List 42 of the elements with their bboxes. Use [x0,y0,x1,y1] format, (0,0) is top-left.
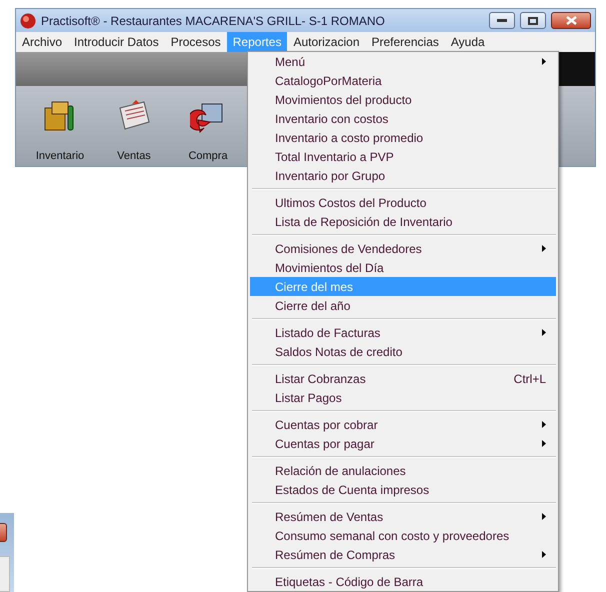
menu-entry[interactable]: Inventario a costo promedio [250,128,556,147]
menu-item[interactable]: Introducir Datos [68,32,165,52]
minimize-icon [497,18,507,22]
menu-item[interactable]: Ayuda [444,32,491,52]
menu-entry[interactable]: Inventario por Grupo [250,166,556,185]
menu-item[interactable]: Archivo [16,32,68,52]
menu-entry[interactable]: Estados de Cuenta impresos [250,480,556,499]
menu-entry[interactable]: Relación de anulaciones [250,461,556,480]
panel-fragment [0,556,10,592]
menu-entry[interactable]: Saldos Notas de credito [250,342,556,361]
menu-entry[interactable]: Comisiones de Vendedores [250,239,556,258]
menu-entry[interactable]: Resúmen de Compras [250,545,556,564]
menu-entry[interactable]: Lista de Reposición de Inventario [250,212,556,231]
toolbar-button[interactable]: Inventario [26,90,94,166]
menu-entry[interactable]: Cuentas por pagar [250,434,556,453]
window-title: Practisoft® - Restaurantes MACARENA'S GRILL- S-1 ROMANO [41,12,386,30]
menu-entry[interactable]: Cierre del año [250,296,556,315]
maximize-icon [528,16,538,24]
menu-entry[interactable]: Total Inventario a PVP [250,147,556,166]
menu-entry[interactable]: Ultimos Costos del Producto [250,193,556,212]
menu-entry[interactable]: Listar Pagos [250,388,556,407]
menu-item[interactable]: Procesos [164,32,227,52]
minimize-button[interactable] [489,12,515,29]
app-logo-icon [20,12,36,28]
menu-entry[interactable]: Menú [250,52,556,71]
toolbar-button[interactable]: Ventas [100,90,168,166]
menu-entry[interactable]: CatalogoPorMateria [250,71,556,90]
menu-item[interactable]: Autorizacion [287,32,366,52]
menu-entry[interactable]: Movimientos del Día [250,258,556,277]
menu-entry[interactable]: Consumo semanal con costo y proveedores [250,526,556,545]
menu-entry[interactable]: Movimientos del producto [250,90,556,109]
menu-entry[interactable]: Etiquetas - Código de Barra [250,572,556,591]
menu-entry[interactable]: Resúmen de Ventas [250,507,556,526]
maximize-button[interactable] [520,12,546,29]
menu-entry[interactable]: Cuentas por cobrar [250,415,556,434]
menu-item[interactable]: Preferencias [366,32,445,52]
menu-entry[interactable]: Listado de Facturas [250,323,556,342]
close-button[interactable] [551,12,591,29]
menu-entry[interactable]: Inventario con costos [250,109,556,128]
menu-entry[interactable]: Listar Cobranzas Ctrl+L [250,369,556,388]
close-icon [566,16,576,25]
toolbar-button[interactable]: Compra [174,90,242,166]
